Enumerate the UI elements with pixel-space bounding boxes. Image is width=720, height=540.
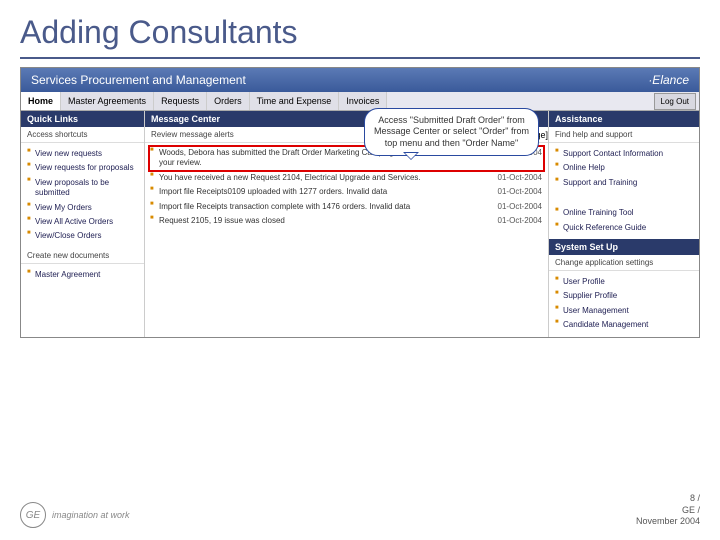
quick-links-sub: Access shortcuts <box>21 127 144 143</box>
tab-time-expense[interactable]: Time and Expense <box>250 92 340 110</box>
list-item[interactable]: Quick Reference Guide <box>555 221 693 235</box>
footer-date: November 2004 <box>636 516 700 528</box>
assistance-list-2: Online Training Tool Quick Reference Gui… <box>549 202 699 239</box>
tab-master-agreements[interactable]: Master Agreements <box>61 92 154 110</box>
brand-logo: ·Elance <box>648 73 689 87</box>
create-docs-list: Master Agreement <box>21 264 144 286</box>
assistance-sub: Find help and support <box>549 127 699 143</box>
create-docs-head: Create new documents <box>21 248 144 264</box>
message-row[interactable]: Import file Receipts transaction complet… <box>149 200 544 214</box>
list-item[interactable]: View All Active Orders <box>27 215 138 229</box>
message-row[interactable]: Import file Receipts0109 uploaded with 1… <box>149 185 544 199</box>
system-setup-list: User Profile Supplier Profile User Manag… <box>549 271 699 337</box>
list-item[interactable]: Support Contact Information <box>555 147 693 161</box>
quick-links-head: Quick Links <box>21 111 144 127</box>
list-item[interactable]: View My Orders <box>27 201 138 215</box>
message-text: Request 2105, 19 issue was closed <box>159 216 492 226</box>
message-text: Import file Receipts0109 uploaded with 1… <box>159 187 492 197</box>
slide-title: Adding Consultants <box>0 0 720 57</box>
system-setup-sub: Change application settings <box>549 255 699 271</box>
tab-requests[interactable]: Requests <box>154 92 207 110</box>
message-row[interactable]: Request 2105, 19 issue was closed 01-Oct… <box>149 214 544 228</box>
system-setup-head: System Set Up <box>549 239 699 255</box>
message-date: 01-Oct-2004 <box>498 173 542 183</box>
list-item[interactable]: View requests for proposals <box>27 161 138 175</box>
banner-title: Services Procurement and Management <box>31 73 246 87</box>
footer-tagline: imagination at work <box>52 510 130 520</box>
footer-logo: GE imagination at work <box>20 502 130 528</box>
list-item[interactable]: Online Training Tool <box>555 206 693 220</box>
message-text: You have received a new Request 2104, El… <box>159 173 492 183</box>
app-screenshot: Services Procurement and Management ·Ela… <box>20 67 700 338</box>
footer-meta: 8 / GE / November 2004 <box>636 493 700 528</box>
main-columns: Quick Links Access shortcuts View new re… <box>21 111 699 337</box>
list-item[interactable]: View/Close Orders <box>27 229 138 243</box>
tab-orders[interactable]: Orders <box>207 92 250 110</box>
tab-home[interactable]: Home <box>21 92 61 110</box>
message-list: Woods, Debora has submitted the Draft Or… <box>145 143 548 231</box>
slide-footer: GE imagination at work 8 / GE / November… <box>20 493 700 528</box>
assistance-head: Assistance <box>549 111 699 127</box>
message-text: Import file Receipts transaction complet… <box>159 202 492 212</box>
app-banner: Services Procurement and Management ·Ela… <box>21 68 699 92</box>
left-column: Quick Links Access shortcuts View new re… <box>21 111 145 337</box>
title-rule <box>20 57 700 59</box>
message-date: 01-Oct-2004 <box>498 216 542 226</box>
list-item[interactable]: Supplier Profile <box>555 289 693 303</box>
list-item[interactable]: View new requests <box>27 147 138 161</box>
message-row[interactable]: You have received a new Request 2104, El… <box>149 171 544 185</box>
assistance-list: Support Contact Information Online Help … <box>549 143 699 194</box>
list-item[interactable]: Online Help <box>555 161 693 175</box>
message-date: 01-Oct-2004 <box>498 187 542 197</box>
logout-button[interactable]: Log Out <box>654 93 696 110</box>
list-item[interactable]: Support and Training <box>555 176 693 190</box>
instruction-callout: Access "Submitted Draft Order" from Mess… <box>364 108 539 156</box>
list-item[interactable]: User Management <box>555 304 693 318</box>
main-nav: Home Master Agreements Requests Orders T… <box>21 92 699 111</box>
footer-org: GE / <box>636 505 700 517</box>
list-item[interactable]: Master Agreement <box>27 268 138 282</box>
quick-links-list: View new requests View requests for prop… <box>21 143 144 248</box>
ge-logo-icon: GE <box>20 502 46 528</box>
list-item[interactable]: Candidate Management <box>555 318 693 332</box>
right-column: Assistance Find help and support Support… <box>549 111 699 337</box>
message-date: 01-Oct-2004 <box>498 202 542 212</box>
list-item[interactable]: View proposals to be submitted <box>27 176 138 201</box>
page-number: 8 / <box>636 493 700 505</box>
list-item[interactable]: User Profile <box>555 275 693 289</box>
